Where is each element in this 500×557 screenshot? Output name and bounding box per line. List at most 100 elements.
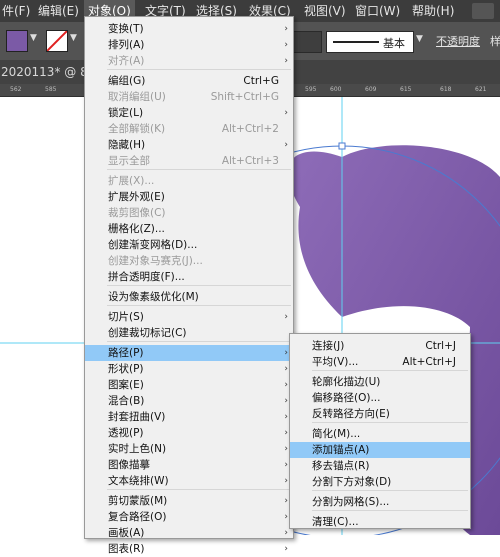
- object-menu-item[interactable]: 图案(E) ›: [85, 377, 293, 393]
- menu-item-label: 透视(P): [108, 427, 144, 439]
- menu-item-label: 清理(C)...: [312, 516, 359, 528]
- object-menu-item[interactable]: 变换(T) ›: [85, 21, 293, 37]
- ruler-tick: 562: [10, 86, 22, 93]
- object-menu: 变换(T) › 排列(A) › 对齐(A) › 编组(G) Ctrl+G 取消编组(U) Shif…: [84, 16, 294, 555]
- path-menu-item[interactable]: 清理(C)...: [290, 514, 470, 530]
- menu-item-label: 锁定(L): [108, 107, 144, 119]
- chevron-down-icon[interactable]: ▼: [70, 33, 77, 43]
- object-menu-item[interactable]: 栅格化(Z)...: [85, 221, 293, 237]
- object-menu-item[interactable]: 编组(G) Ctrl+G: [85, 73, 293, 89]
- object-menu-item[interactable]: 创建裁切标记(C): [85, 325, 293, 341]
- menu-edit[interactable]: 编辑(E): [38, 0, 79, 22]
- object-menu-item: 全部解锁(K) Alt+Ctrl+2: [85, 121, 293, 137]
- object-menu-item[interactable]: 切片(S) ›: [85, 309, 293, 325]
- menu-item-label: 图表(R): [108, 543, 145, 555]
- menu-item-label: 轮廓化描边(U): [312, 376, 381, 388]
- path-menu-item[interactable]: 偏移路径(O)...: [290, 390, 470, 406]
- menu-help[interactable]: 帮助(H): [412, 0, 454, 22]
- object-menu-item[interactable]: 图表(R) ›: [85, 541, 293, 557]
- object-menu-item[interactable]: 排列(A) ›: [85, 37, 293, 53]
- path-menu-item[interactable]: 平均(V)... Alt+Ctrl+J: [290, 354, 470, 370]
- object-menu-item[interactable]: 形状(P) ›: [85, 361, 293, 377]
- stroke-style-dropdown[interactable]: 基本: [326, 31, 414, 53]
- menu-separator: [312, 422, 468, 423]
- object-menu-item[interactable]: 锁定(L) ›: [85, 105, 293, 121]
- menu-item-label: 裁剪图像(C): [108, 207, 166, 219]
- ruler-tick: 621: [475, 86, 487, 93]
- object-menu-item[interactable]: 文本绕排(W) ›: [85, 473, 293, 489]
- chevron-right-icon: ›: [284, 40, 288, 50]
- stroke-line-preview: [333, 41, 379, 43]
- object-menu-item[interactable]: 图像描摹 ›: [85, 457, 293, 473]
- menu-item-label: 分割为网格(S)...: [312, 496, 390, 508]
- object-menu-item[interactable]: 拼合透明度(F)...: [85, 269, 293, 285]
- object-menu-item[interactable]: 剪切蒙版(M) ›: [85, 493, 293, 509]
- chevron-right-icon: ›: [284, 364, 288, 374]
- chevron-right-icon: ›: [284, 476, 288, 486]
- menu-item-label: 实时上色(N): [108, 443, 167, 455]
- menu-window[interactable]: 窗口(W): [355, 0, 400, 22]
- object-menu-item[interactable]: 复合路径(O) ›: [85, 509, 293, 525]
- menu-item-label: 简化(M)...: [312, 428, 361, 440]
- object-menu-item[interactable]: 实时上色(N) ›: [85, 441, 293, 457]
- chevron-right-icon: ›: [284, 348, 288, 358]
- anchor-point[interactable]: [338, 142, 346, 150]
- menu-item-label: 形状(P): [108, 363, 144, 375]
- menu-item-path[interactable]: 路径(P) ›: [85, 345, 293, 361]
- chevron-right-icon: ›: [284, 428, 288, 438]
- chevron-right-icon: ›: [284, 460, 288, 470]
- no-stroke-icon: [47, 31, 67, 51]
- ruler-tick: 615: [400, 86, 412, 93]
- object-menu-item[interactable]: 画板(A) ›: [85, 525, 293, 541]
- path-menu-item[interactable]: 轮廓化描边(U): [290, 374, 470, 390]
- menu-item-shortcut: Alt+Ctrl+2: [221, 123, 279, 135]
- chevron-right-icon: ›: [284, 496, 288, 506]
- chevron-right-icon: ›: [284, 444, 288, 454]
- chevron-down-icon[interactable]: ▼: [30, 33, 37, 43]
- menu-item-label: 创建渐变网格(D)...: [108, 239, 198, 251]
- path-menu-item[interactable]: 分割为网格(S)...: [290, 494, 470, 510]
- fill-swatch[interactable]: [6, 30, 28, 52]
- menu-item-shortcut: Alt+Ctrl+3: [221, 155, 279, 167]
- menu-separator: [312, 370, 468, 371]
- menu-item-label: 显示全部: [108, 155, 150, 167]
- chevron-right-icon: ›: [284, 512, 288, 522]
- menu-item-label: 栅格化(Z)...: [108, 223, 165, 235]
- menu-item-add-anchor-points[interactable]: 添加锚点(A): [290, 442, 470, 458]
- path-menu-item[interactable]: 连接(J) Ctrl+J: [290, 338, 470, 354]
- ruler-tick: 609: [365, 86, 377, 93]
- path-menu-item[interactable]: 反转路径方向(E): [290, 406, 470, 422]
- object-menu-item[interactable]: 扩展外观(E): [85, 189, 293, 205]
- chevron-down-icon[interactable]: ▼: [416, 34, 423, 44]
- menu-item-label: 封套扭曲(V): [108, 411, 166, 423]
- menu-separator: [107, 341, 291, 342]
- path-menu-item[interactable]: 分割下方对象(D): [290, 474, 470, 490]
- menu-item-label: 偏移路径(O)...: [312, 392, 381, 404]
- stroke-weight-field[interactable]: [292, 31, 322, 53]
- menu-item-label: 变换(T): [108, 23, 144, 35]
- object-menu-item[interactable]: 创建渐变网格(D)...: [85, 237, 293, 253]
- path-menu-item[interactable]: 简化(M)...: [290, 426, 470, 442]
- object-menu-item[interactable]: 混合(B) ›: [85, 393, 293, 409]
- style-label: 样: [490, 35, 500, 48]
- object-menu-item[interactable]: 设为像素级优化(M): [85, 289, 293, 305]
- menu-item-label: 图像描摹: [108, 459, 150, 471]
- menu-item-label: 排列(A): [108, 39, 145, 51]
- menu-item-label: 扩展(X)...: [108, 175, 155, 187]
- chevron-right-icon: ›: [284, 312, 288, 322]
- object-menu-item[interactable]: 透视(P) ›: [85, 425, 293, 441]
- ruler-tick: 585: [45, 86, 57, 93]
- workspace-button[interactable]: [472, 3, 494, 19]
- path-menu-item[interactable]: 移去锚点(R): [290, 458, 470, 474]
- stroke-swatch[interactable]: [46, 30, 68, 52]
- object-menu-item[interactable]: 隐藏(H) ›: [85, 137, 293, 153]
- menu-item-label: 混合(B): [108, 395, 145, 407]
- object-menu-item: 创建对象马赛克(J)...: [85, 253, 293, 269]
- object-menu-item[interactable]: 封套扭曲(V) ›: [85, 409, 293, 425]
- opacity-link[interactable]: 不透明度: [436, 33, 480, 49]
- menu-item-shortcut: Ctrl+G: [243, 75, 279, 87]
- document-tab-title[interactable]: 2020113* @ 80: [1, 65, 95, 79]
- menu-separator: [107, 489, 291, 490]
- menu-view[interactable]: 视图(V): [304, 0, 346, 22]
- menu-file[interactable]: 件(F): [2, 0, 30, 22]
